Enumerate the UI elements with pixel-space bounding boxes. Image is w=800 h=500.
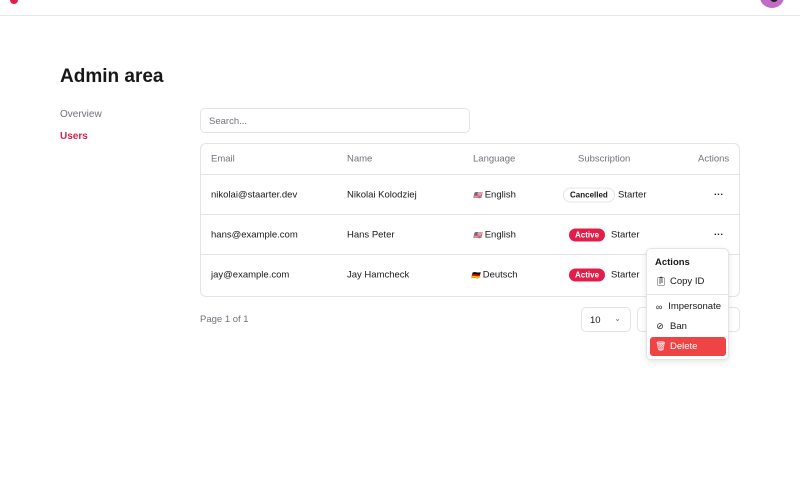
name-cell: Nikolai Kolodziej xyxy=(347,189,417,200)
plan-cell: Starter xyxy=(611,269,640,281)
menu-item-label: Impersonate xyxy=(668,301,721,312)
us-flag-icon: 🇺🇸 xyxy=(473,192,482,199)
column-email: Email xyxy=(211,153,235,165)
table-row: nikolai@staarter.dev Nikolai Kolodziej 🇺… xyxy=(201,175,739,215)
plan-cell: Starter xyxy=(618,189,647,200)
de-flag-icon: 🇩🇪 xyxy=(471,272,480,280)
us-flag-icon: 🇺🇸 xyxy=(473,232,482,239)
more-actions-button[interactable]: ··· xyxy=(714,189,724,200)
plan-cell: Starter xyxy=(611,229,640,240)
language-cell: 🇩🇪 Deutsch xyxy=(471,270,518,281)
more-actions-button[interactable]: ··· xyxy=(714,229,724,240)
search-input[interactable]: Search... xyxy=(200,108,470,133)
column-name: Name xyxy=(347,153,373,165)
language-label: English xyxy=(484,189,516,200)
column-language: Language xyxy=(473,153,516,165)
sidebar: Overview Users xyxy=(60,109,102,153)
top-bar xyxy=(0,0,800,16)
column-actions: Actions xyxy=(698,153,730,165)
menu-item-label: Ban xyxy=(670,321,687,332)
name-cell: Jay Hamcheck xyxy=(347,269,410,281)
avatar[interactable] xyxy=(760,0,784,8)
page-indicator: Page 1 of 1 xyxy=(200,314,249,325)
menu-item-label: Copy ID xyxy=(670,276,705,287)
page-size-select[interactable]: 10 ⌄ xyxy=(581,307,631,332)
menu-item-ban[interactable]: ⊘ Ban xyxy=(650,317,726,336)
chevron-down-icon: ⌄ xyxy=(614,314,621,323)
status-badge: Active xyxy=(569,228,606,241)
sidebar-item-users[interactable]: Users xyxy=(60,131,102,142)
menu-item-delete[interactable]: 🗑︎ Delete xyxy=(650,337,726,356)
column-subscription: Subscription xyxy=(578,153,631,165)
clipboard-icon: 📋︎ xyxy=(655,276,667,286)
trash-icon: 🗑︎ xyxy=(655,341,667,351)
menu-item-impersonate[interactable]: ∞ Impersonate xyxy=(650,297,726,316)
menu-title: Actions xyxy=(655,257,690,268)
page-size-value: 10 xyxy=(590,315,601,326)
name-cell: Hans Peter xyxy=(347,229,395,240)
status-badge: Cancelled xyxy=(563,187,615,202)
menu-item-label: Delete xyxy=(670,341,698,352)
menu-divider xyxy=(647,294,728,295)
menu-item-copy-id[interactable]: 📋︎ Copy ID xyxy=(650,272,726,291)
email-cell: hans@example.com xyxy=(211,229,298,240)
sidebar-item-overview[interactable]: Overview xyxy=(60,109,102,120)
table-header: Email Name Language Subscription Actions xyxy=(201,144,739,175)
language-cell: 🇺🇸 English xyxy=(473,189,516,200)
logo[interactable] xyxy=(10,0,18,4)
email-cell: nikolai@staarter.dev xyxy=(211,189,298,200)
actions-menu: Actions 📋︎ Copy ID ∞ Impersonate ⊘ Ban 🗑︎ De… xyxy=(646,248,729,360)
language-label: English xyxy=(484,229,516,240)
page-title: Admin area xyxy=(60,66,164,87)
email-cell: jay@example.com xyxy=(211,269,290,281)
language-cell: 🇺🇸 English xyxy=(473,229,516,240)
language-label: Deutsch xyxy=(482,269,518,281)
mask-icon: ∞ xyxy=(655,301,663,312)
status-badge: Active xyxy=(569,268,606,282)
ban-icon: ⊘ xyxy=(656,321,664,331)
